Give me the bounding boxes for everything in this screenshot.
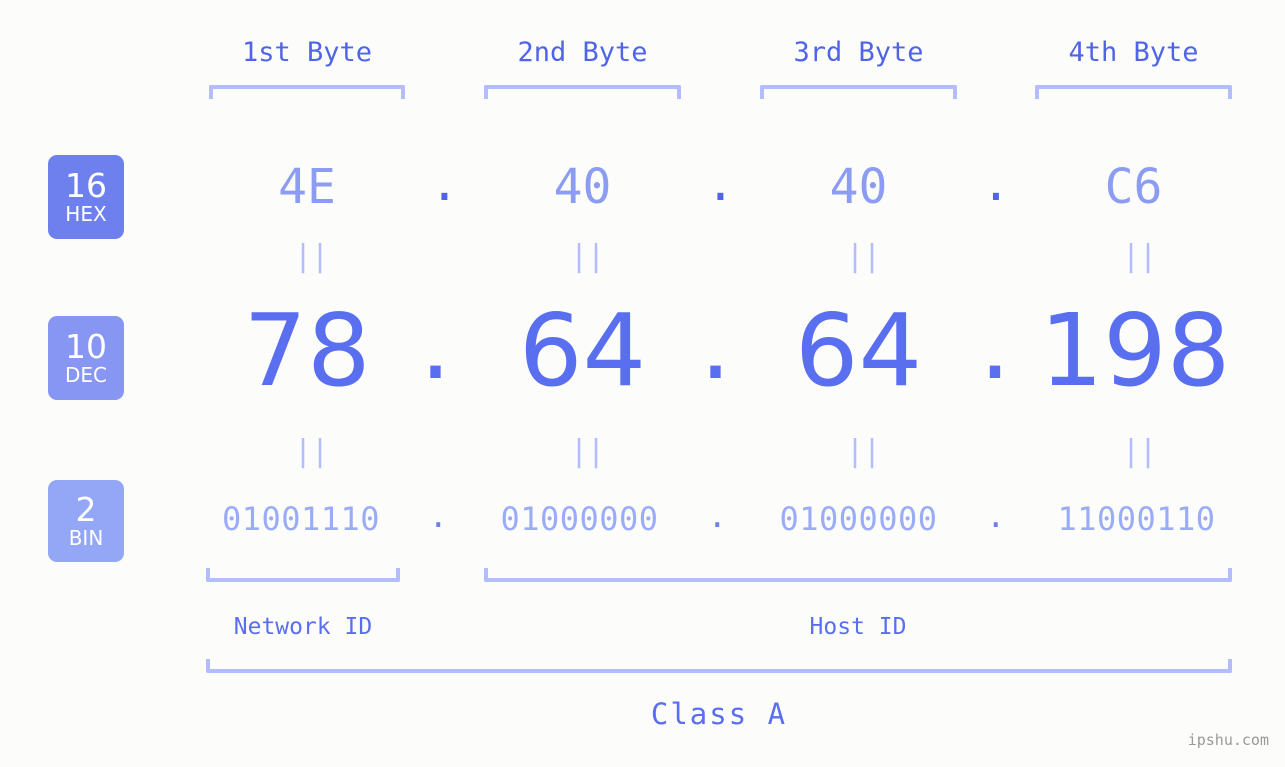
host-id-label: Host ID xyxy=(809,614,907,640)
network-id-bracket xyxy=(206,568,400,582)
base-badge-hex: 16 HEX xyxy=(48,155,124,239)
bin-octet-1: 01001110 xyxy=(221,500,381,538)
base-badge-bin-number: 2 xyxy=(75,490,97,529)
byte-header-2: 2nd Byte xyxy=(517,37,648,68)
equals-mark-hex-dec-3: || xyxy=(846,239,881,274)
byte-bracket-3 xyxy=(760,85,957,99)
bin-octet-4: 11000110 xyxy=(1057,500,1216,538)
dec-octet-4: 198 xyxy=(1039,292,1231,409)
hex-octet-2: 40 xyxy=(553,159,612,215)
equals-mark-dec-bin-1: || xyxy=(294,434,329,469)
hex-separator-1: . xyxy=(430,156,459,212)
ip-breakdown-diagram: 1st Byte 2nd Byte 3rd Byte 4th Byte 16 H… xyxy=(0,0,1285,767)
bin-octet-2: 01000000 xyxy=(500,500,659,538)
base-badge-hex-number: 16 xyxy=(65,166,107,205)
base-badge-hex-label: HEX xyxy=(65,202,107,226)
dec-octet-3: 64 xyxy=(794,292,923,409)
network-id-label: Network ID xyxy=(233,614,373,640)
bin-octet-3: 01000000 xyxy=(779,500,938,538)
byte-header-1: 1st Byte xyxy=(241,37,373,68)
equals-mark-dec-bin-3: || xyxy=(846,434,881,469)
bin-separator-1: . xyxy=(428,497,449,535)
base-badge-dec-label: DEC xyxy=(64,363,107,387)
hex-separator-2: . xyxy=(706,156,735,212)
dec-separator-1: . xyxy=(419,285,452,402)
byte-header-3: 3rd Byte xyxy=(793,37,924,68)
hex-octet-3: 40 xyxy=(829,159,888,215)
equals-mark-dec-bin-2: || xyxy=(570,434,605,469)
byte-bracket-4 xyxy=(1035,85,1232,99)
byte-bracket-1 xyxy=(209,85,405,99)
hex-separator-3: . xyxy=(981,156,1011,212)
bin-separator-2: . xyxy=(707,497,728,535)
dec-octet-2: 64 xyxy=(518,292,647,409)
byte-header-4: 4th Byte xyxy=(1068,37,1199,68)
equals-mark-hex-dec-2: || xyxy=(570,239,605,274)
byte-bracket-2 xyxy=(484,85,681,99)
watermark: ipshu.com xyxy=(1187,731,1269,749)
hex-octet-4: C6 xyxy=(1104,159,1163,215)
dec-separator-3: . xyxy=(979,285,1011,402)
equals-mark-hex-dec-4: || xyxy=(1122,239,1157,274)
hex-octet-1: 4E xyxy=(278,159,336,215)
class-label: Class A xyxy=(650,697,788,731)
base-badge-bin-label: BIN xyxy=(68,526,104,550)
dec-separator-2: . xyxy=(699,285,732,402)
bin-separator-3: . xyxy=(986,497,1006,535)
dec-octet-1: 78 xyxy=(243,292,371,409)
base-badge-bin: 2 BIN xyxy=(48,480,124,562)
equals-mark-dec-bin-4: || xyxy=(1122,434,1157,469)
base-badge-dec: 10 DEC xyxy=(48,316,124,400)
host-id-bracket xyxy=(484,568,1232,582)
class-bracket xyxy=(206,659,1232,673)
base-badge-dec-number: 10 xyxy=(65,327,107,366)
equals-mark-hex-dec-1: || xyxy=(294,239,329,274)
